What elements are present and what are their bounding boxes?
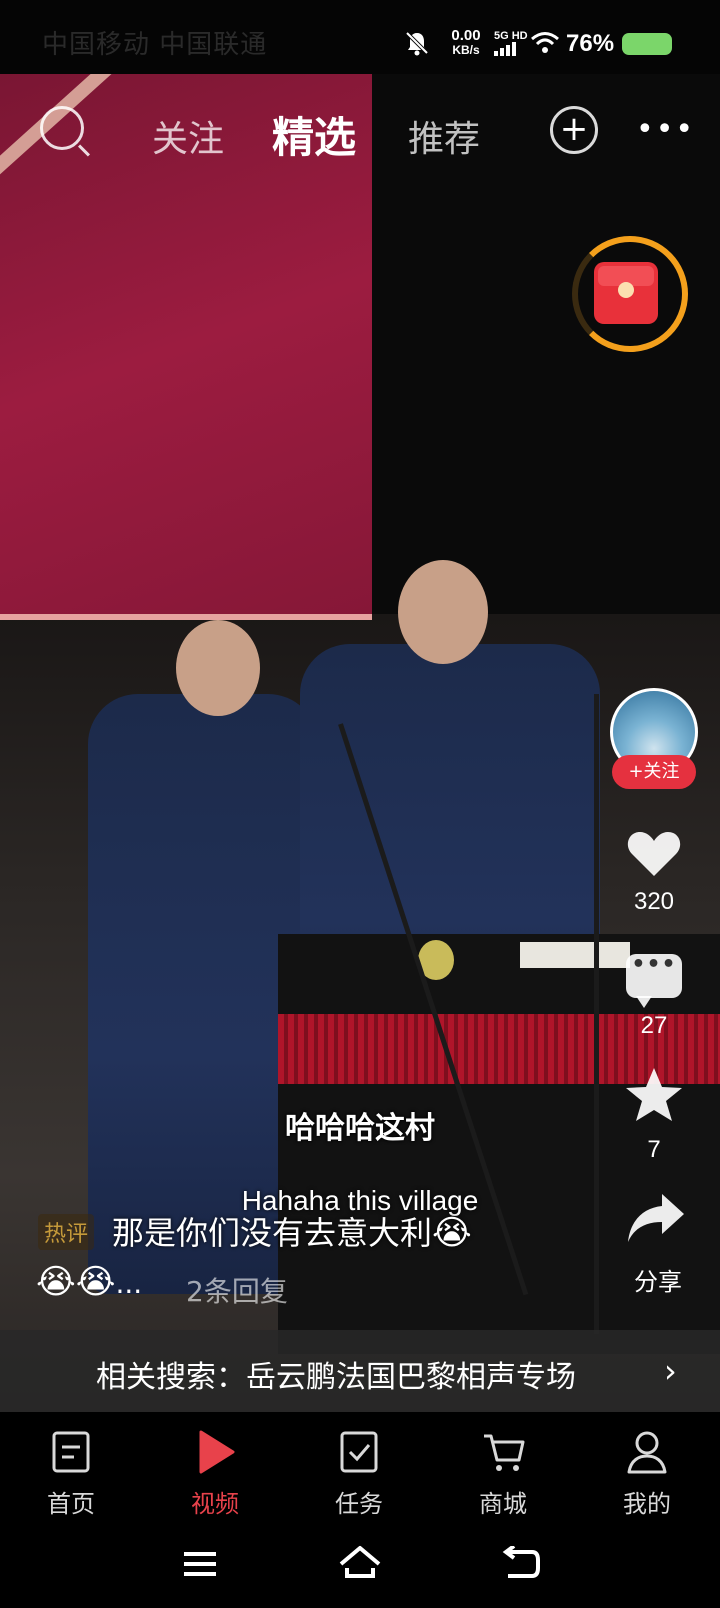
net-speed: 0.00 KB/s <box>446 28 486 58</box>
tab-featured[interactable]: 精选 <box>272 104 356 165</box>
hot-comment-badge: 热评 <box>38 1214 95 1250</box>
battery-icon <box>622 33 672 55</box>
nav-home-label: 首页 <box>47 1490 95 1518</box>
net-speed-value: 0.00 <box>451 27 481 44</box>
home-icon[interactable] <box>338 1544 382 1582</box>
performer-left-head <box>176 620 260 716</box>
net-speed-unit: KB/s <box>452 43 480 57</box>
comment-dots: ••• <box>631 952 677 977</box>
more-icon[interactable]: ••• <box>636 112 695 147</box>
like-heart-icon[interactable] <box>626 828 682 878</box>
subtitle-chinese: 哈哈哈这村 <box>285 1111 435 1146</box>
cart-icon <box>484 1434 525 1471</box>
search-icon <box>0 1330 26 1356</box>
search-icon[interactable] <box>40 106 84 150</box>
reply-count-link[interactable]: 2条回复 <box>186 1270 288 1310</box>
nav-tasks-label: 任务 <box>335 1490 383 1518</box>
signal-bars-icon <box>494 42 516 56</box>
back-icon[interactable] <box>500 1546 540 1582</box>
share-label[interactable]: 分享 <box>618 1262 698 1297</box>
laughing-crying-emoji: 😭 <box>36 1262 76 1302</box>
tab-following[interactable]: 关注 <box>152 110 224 162</box>
add-circle-icon[interactable]: + <box>550 106 598 154</box>
like-count: 320 <box>633 888 675 915</box>
play-icon <box>199 1430 235 1474</box>
nav-me-label: 我的 <box>623 1490 671 1518</box>
network-type: 5G HD <box>494 30 528 42</box>
follow-button[interactable]: +关注 <box>612 755 696 789</box>
comment-ellipsis: ... <box>115 1267 143 1300</box>
hot-comment-body: 那是你们没有去意大利 <box>112 1214 433 1252</box>
mute-bell-icon <box>405 31 429 56</box>
comment-count: 27 <box>640 1012 668 1039</box>
table-papers <box>520 942 630 968</box>
battery-percent: 76% <box>566 30 615 57</box>
nav-mall-label: 商城 <box>479 1490 527 1518</box>
laughing-crying-emoji: 😭 <box>432 1213 472 1253</box>
laughing-crying-emoji: 😭 <box>75 1262 116 1302</box>
hot-comment-text[interactable]: 那是你们没有去意大利😭 <box>112 1208 472 1254</box>
menu-icon[interactable] <box>182 1548 218 1580</box>
red-envelope-icon[interactable] <box>594 262 658 324</box>
related-search-text[interactable]: 相关搜索：岳云鹏法国巴黎相声专场 <box>96 1352 576 1396</box>
performer-right-head <box>398 560 488 664</box>
tab-recommended[interactable]: 推荐 <box>408 110 480 162</box>
comment-icon[interactable]: ••• <box>626 952 682 1008</box>
wifi-icon <box>531 32 559 53</box>
status-bar: 中国移动 中国联通 0.00 KB/s 5G HD 76% <box>0 0 720 74</box>
mic-stand-right <box>594 694 599 1334</box>
nav-video-label: 视频 <box>191 1490 239 1518</box>
task-check-icon <box>340 1431 378 1473</box>
carrier-label: 中国移动 中国联通 <box>42 30 268 60</box>
hot-comment-emoji-row: 😭😭... <box>36 1262 142 1302</box>
person-icon <box>627 1431 667 1474</box>
home-doc-icon <box>52 1431 90 1473</box>
chevron-right-icon[interactable]: › <box>664 1352 677 1390</box>
